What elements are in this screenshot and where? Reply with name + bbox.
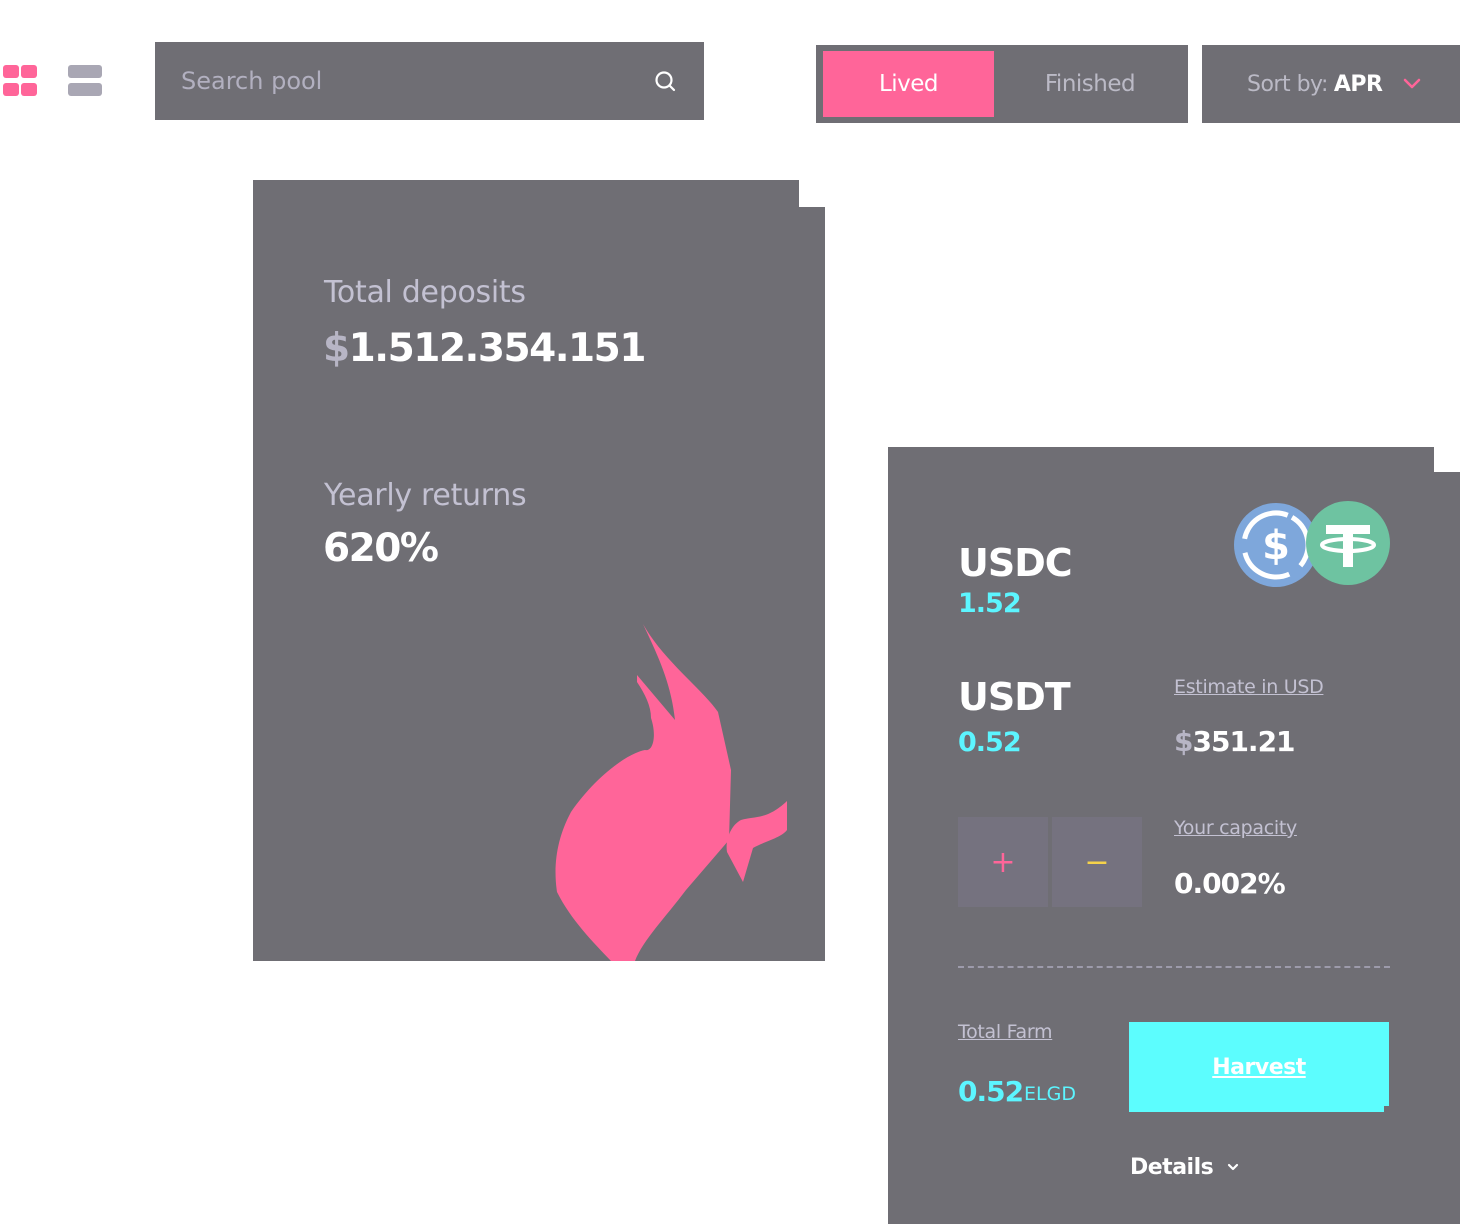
svg-text:$: $ xyxy=(1262,523,1290,569)
total-deposits-amount: 1.512.354.151 xyxy=(348,326,647,371)
card-corner-notch xyxy=(799,180,825,207)
details-label: Details xyxy=(1130,1154,1214,1180)
total-farm-unit: ELGD xyxy=(1024,1083,1076,1105)
token-b-amount: 0.52 xyxy=(958,727,1022,758)
chevron-down-icon xyxy=(1403,78,1421,89)
tab-lived[interactable]: Lived xyxy=(823,51,994,117)
total-farm-link[interactable]: Total Farm xyxy=(958,1021,1053,1043)
details-toggle[interactable]: Details xyxy=(1130,1151,1239,1183)
estimate-in-usd-link[interactable]: Estimate in USD xyxy=(1174,676,1324,698)
harvest-button[interactable]: Harvest xyxy=(1129,1022,1389,1112)
search-icon[interactable] xyxy=(654,70,676,92)
token-pair-icon: $ xyxy=(1234,501,1390,587)
add-liquidity-button[interactable]: + xyxy=(958,817,1048,907)
list-view-toggle[interactable] xyxy=(66,63,102,99)
token-a-amount: 1.52 xyxy=(958,588,1022,619)
flame-icon xyxy=(555,624,787,961)
estimate-amount: 351.21 xyxy=(1192,725,1295,758)
list-icon xyxy=(68,83,102,96)
usdt-coin-icon xyxy=(1306,501,1390,585)
stats-card: Total deposits $1.512.354.151 Yearly ret… xyxy=(253,180,825,961)
total-deposits-label: Total deposits xyxy=(324,275,526,310)
your-capacity-link[interactable]: Your capacity xyxy=(1174,817,1297,839)
chevron-down-icon xyxy=(1228,1163,1239,1171)
grid-icon xyxy=(3,65,19,78)
status-tabs: Lived Finished xyxy=(816,45,1188,123)
search-bar xyxy=(155,42,704,120)
tab-finished[interactable]: Finished xyxy=(1002,51,1178,117)
section-divider xyxy=(958,966,1390,968)
pool-card: $ USDC 1.52 USDT 0.52 Estimate in USD $3… xyxy=(888,447,1460,1224)
sort-label: Sort by: APR xyxy=(1247,45,1383,123)
token-b-symbol: USDT xyxy=(958,675,1071,719)
list-icon xyxy=(68,65,102,78)
currency-symbol: $ xyxy=(323,326,350,371)
sort-prefix: Sort by: xyxy=(1247,71,1328,97)
yearly-returns-value: 620% xyxy=(323,526,439,571)
remove-liquidity-button[interactable]: − xyxy=(1052,817,1142,907)
grid-icon xyxy=(3,83,19,96)
grid-view-toggle[interactable] xyxy=(0,63,40,99)
estimate-value: $351.21 xyxy=(1174,725,1296,758)
token-a-symbol: USDC xyxy=(958,541,1073,585)
sort-dropdown[interactable]: Sort by: APR xyxy=(1202,45,1460,123)
yearly-returns-label: Yearly returns xyxy=(324,478,527,513)
button-corner-notch xyxy=(1384,1106,1390,1113)
grid-icon xyxy=(21,83,37,96)
sort-value: APR xyxy=(1333,71,1383,97)
total-deposits-value: $1.512.354.151 xyxy=(323,326,647,371)
currency-symbol: $ xyxy=(1174,725,1194,758)
card-corner-notch xyxy=(1434,447,1460,472)
grid-icon xyxy=(21,65,37,78)
capacity-value: 0.002% xyxy=(1174,867,1286,900)
search-input[interactable] xyxy=(155,42,635,120)
total-farm-value: 0.52 xyxy=(958,1075,1024,1108)
